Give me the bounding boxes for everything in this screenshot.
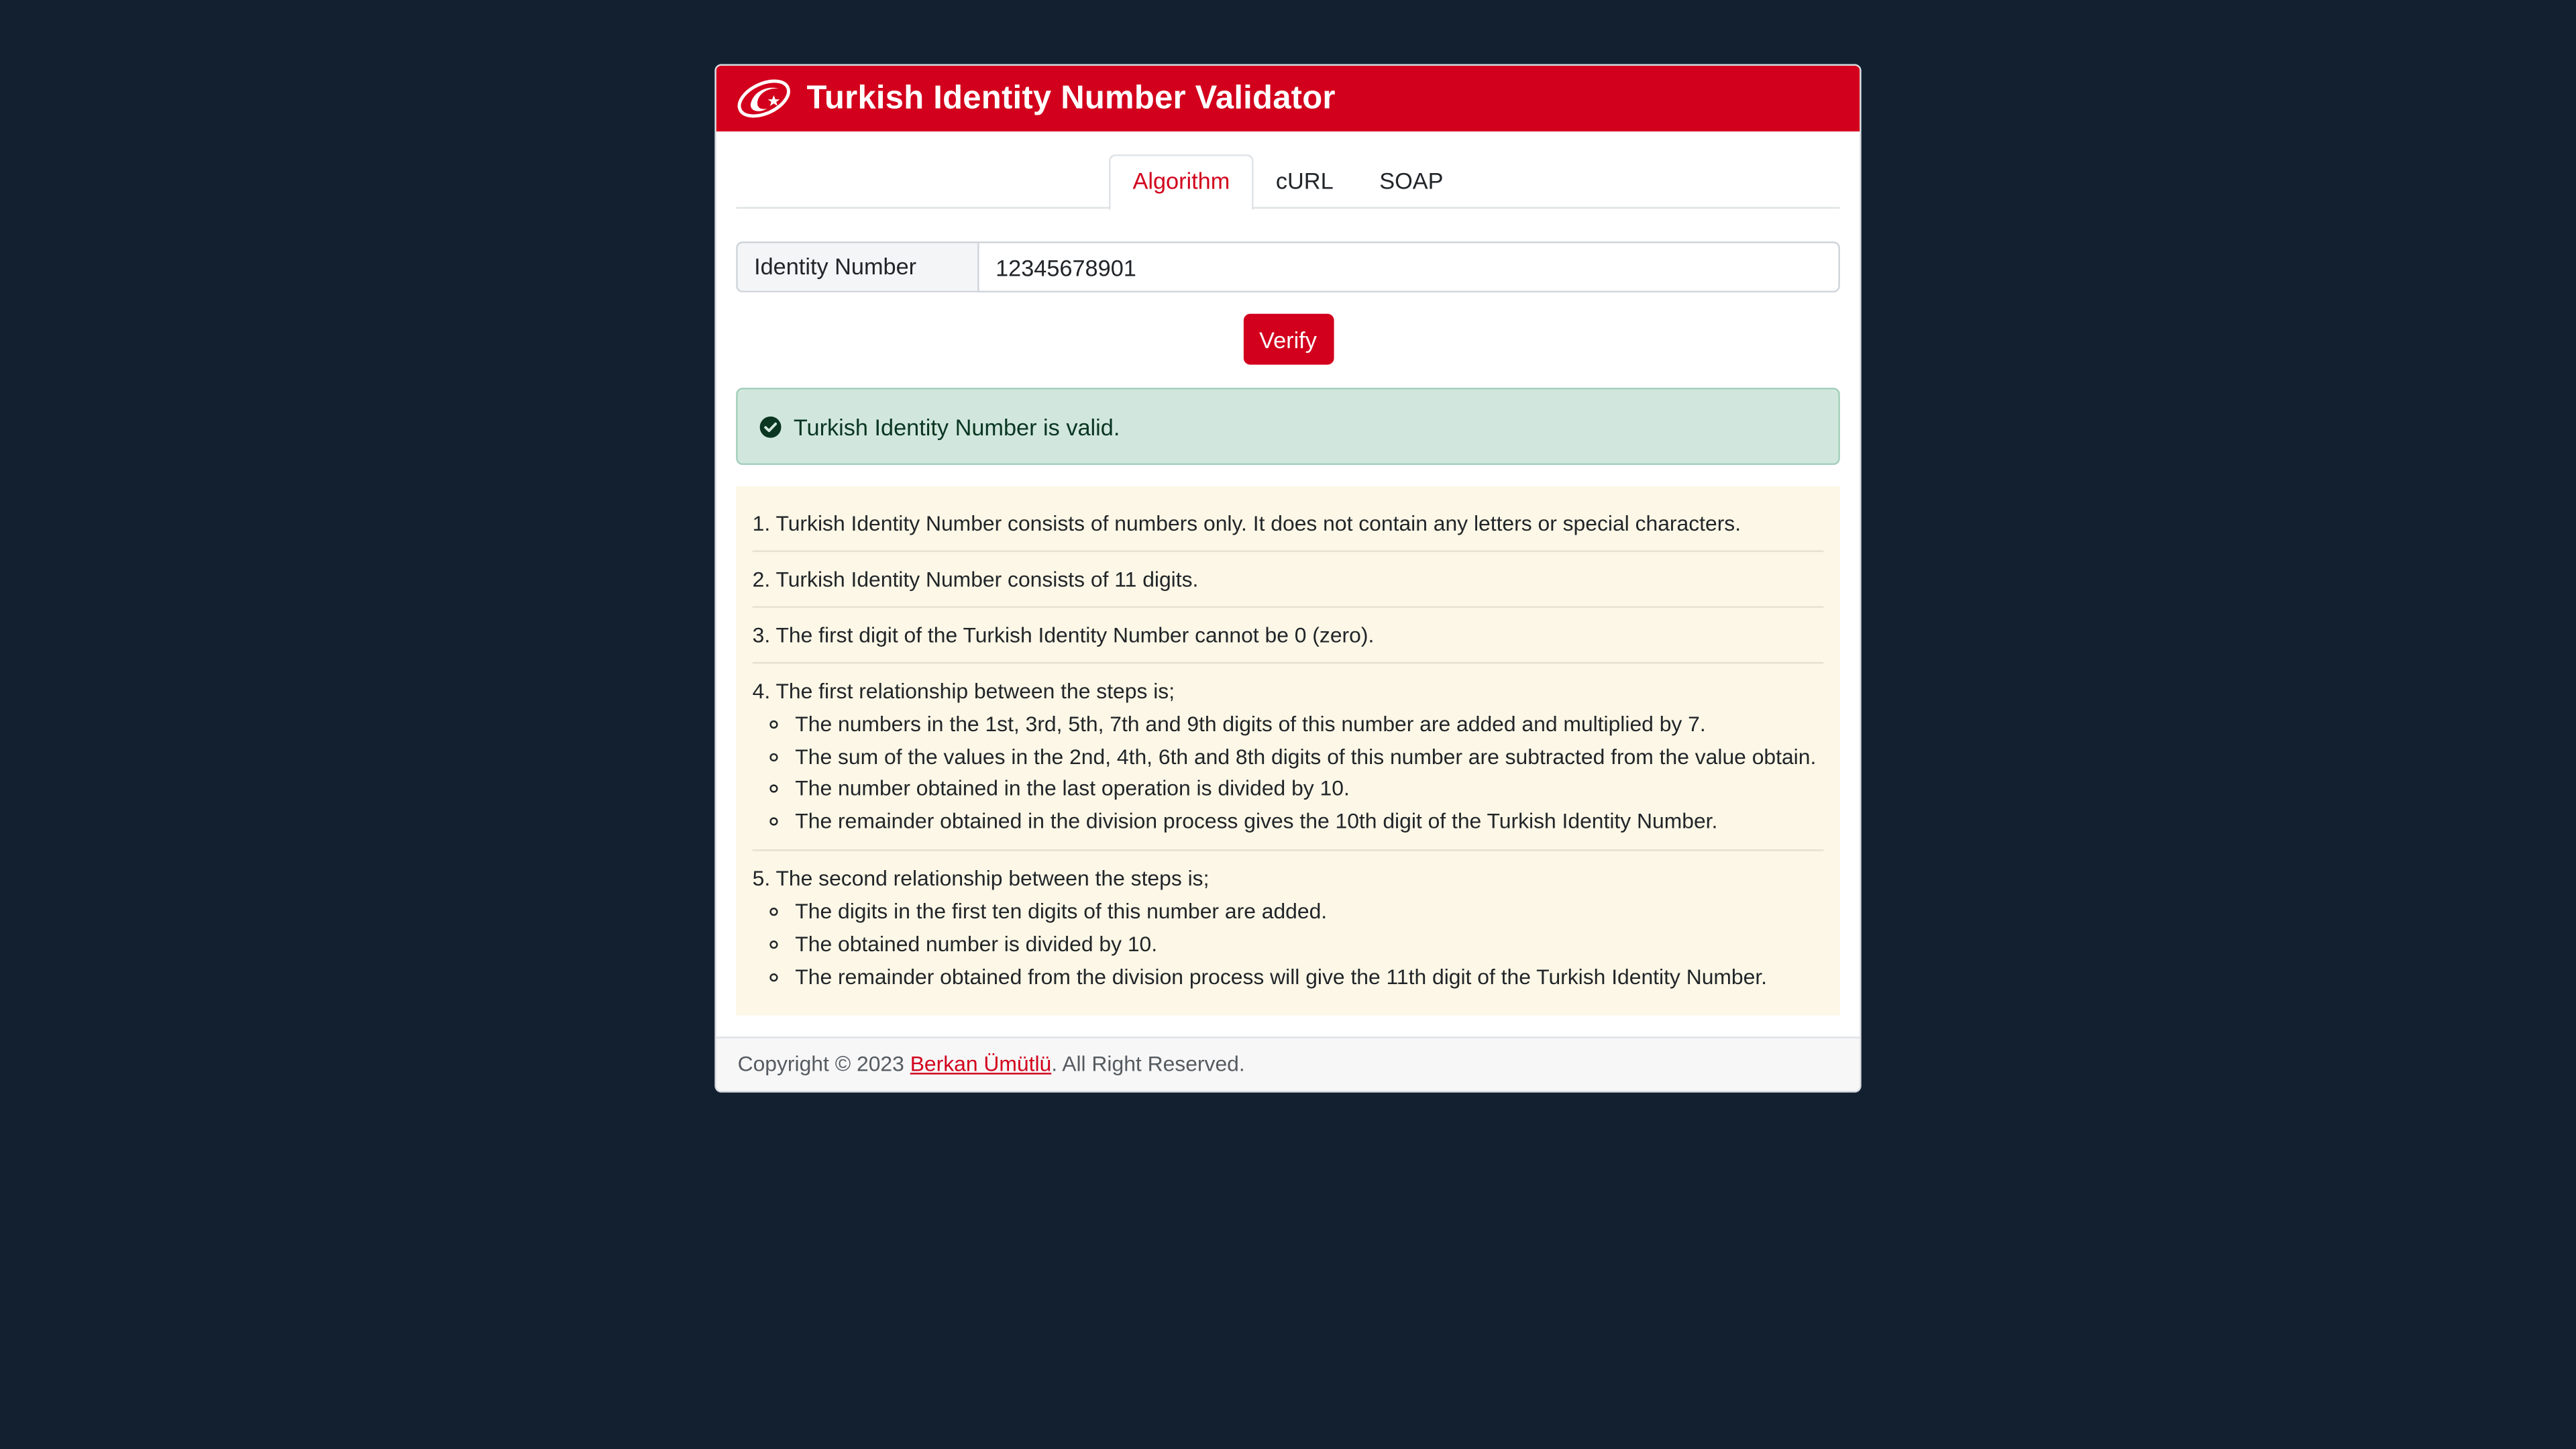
page-root: Turkish Identity Number Validator Algori… [0, 0, 2576, 1449]
validator-card: Turkish Identity Number Validator Algori… [714, 64, 1862, 1093]
rule-title: 5. The second relationship between the s… [752, 866, 1210, 892]
rule-subitem: The number obtained in the last operatio… [795, 772, 1823, 804]
rule-item: 5. The second relationship between the s… [753, 865, 1824, 1006]
rule-text: 3. The first digit of the Turkish Identi… [752, 623, 1375, 647]
success-alert: Turkish Identity Number is valid. [736, 387, 1840, 466]
alert-text: Turkish Identity Number is valid. [793, 413, 1120, 440]
card-body: Algorithm cURL SOAP Identity Number Veri… [716, 131, 1860, 1016]
rule-subitem: The obtained number is divided by 10. [795, 928, 1823, 961]
identity-number-input[interactable] [977, 241, 1840, 292]
tab-curl[interactable]: cURL [1253, 154, 1356, 209]
algorithm-rules: 1. Turkish Identity Number consists of n… [736, 486, 1840, 1016]
page-title: Turkish Identity Number Validator [806, 79, 1336, 116]
tab-bar: Algorithm cURL SOAP [736, 154, 1840, 211]
rule-subitem: The sum of the values in the 2nd, 4th, 6… [795, 740, 1823, 772]
identity-number-label: Identity Number [736, 241, 978, 292]
rule-subitem: The digits in the first ten digits of th… [795, 896, 1823, 928]
button-row: Verify [736, 313, 1840, 365]
rule-item: 3. The first digit of the Turkish Identi… [752, 621, 1824, 664]
rule-text: 2. Turkish Identity Number consists of 1… [752, 566, 1199, 592]
rule-subitem: The remainder obtained in the division p… [795, 804, 1823, 837]
copyright-text: Copyright © 2023 [737, 1051, 910, 1077]
rule-sublist: The numbers in the 1st, 3rd, 5th, 7th an… [753, 708, 1824, 837]
footer: Copyright © 2023 Berkan Ümütlü. All Righ… [716, 1036, 1860, 1091]
rights-text: . All Right Reserved. [1051, 1051, 1245, 1077]
card-header: Turkish Identity Number Validator [716, 65, 1860, 131]
crescent-star-logo-icon [736, 76, 795, 122]
rule-item: 4. The first relationship between the st… [752, 677, 1824, 852]
rule-item: 1. Turkish Identity Number consists of n… [752, 509, 1824, 552]
author-link[interactable]: Berkan Ümütlü [910, 1051, 1052, 1076]
rule-sublist: The digits in the first ten digits of th… [753, 896, 1824, 993]
check-circle-icon [759, 415, 793, 437]
rule-text: 1. Turkish Identity Number consists of n… [752, 511, 1741, 536]
verify-button[interactable]: Verify [1242, 313, 1334, 365]
rule-title: 4. The first relationship between the st… [752, 678, 1175, 704]
tab-soap[interactable]: SOAP [1356, 154, 1466, 209]
rule-subitem: The numbers in the 1st, 3rd, 5th, 7th an… [795, 708, 1823, 741]
rule-subitem: The remainder obtained from the division… [795, 961, 1823, 993]
tab-algorithm[interactable]: Algorithm [1110, 154, 1253, 211]
rule-item: 2. Turkish Identity Number consists of 1… [752, 565, 1824, 608]
identity-input-group: Identity Number [736, 241, 1840, 292]
